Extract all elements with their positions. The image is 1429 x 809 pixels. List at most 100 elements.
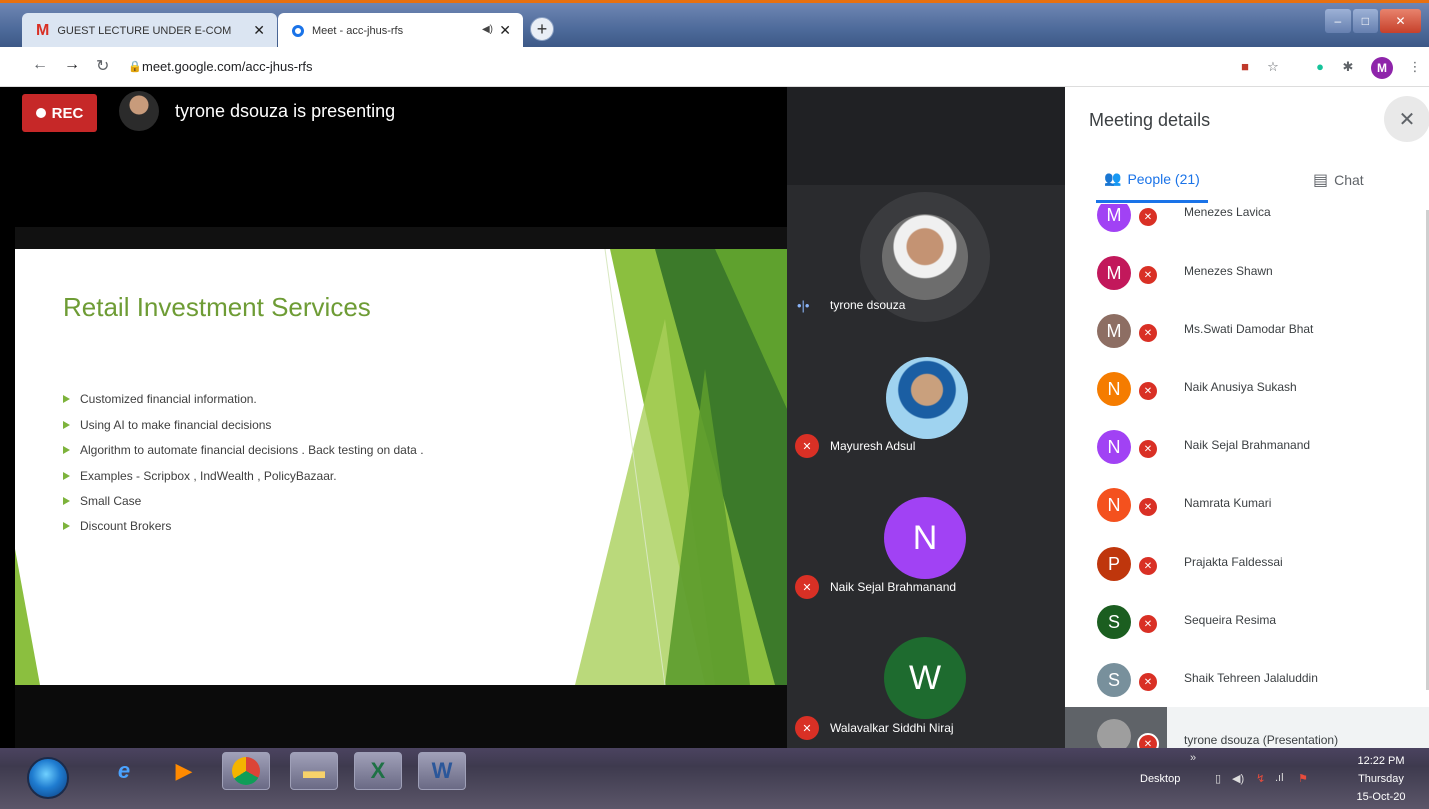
volume-icon[interactable]: ◀) [1232,772,1244,785]
people-icon: 👥 [1104,170,1122,186]
network-warning-icon[interactable]: ↯ [1256,772,1265,785]
participant-avatar-naik-sejal[interactable]: N [884,497,966,579]
tab-people[interactable]: 👥 People (21) [1104,170,1200,187]
participant-avatar: N [1097,488,1131,522]
file-explorer-icon[interactable]: ▬ [290,752,338,790]
bullet-arrow-icon [63,421,70,429]
slide-bullet: Customized financial information. [63,392,257,406]
browser-tab-meet[interactable]: Meet - acc-jhus-rfs ◀) ✕ [278,13,523,49]
list-item[interactable]: M ✕ Menezes Shawn [1065,248,1429,306]
list-item[interactable]: M ✕ Menezes Lavica [1065,204,1429,248]
participant-name: tyrone dsouza (Presentation) [1184,733,1339,747]
window-close-button[interactable]: ✕ [1380,9,1422,33]
list-item[interactable]: S ✕ Sequeira Resima [1065,597,1429,655]
tab-chat[interactable]: ▤ Chat [1313,170,1364,190]
mic-off-icon: ✕ [795,716,819,740]
list-item[interactable]: N ✕ Naik Anusiya Sukash [1065,364,1429,422]
action-center-flag-icon[interactable]: ⚑ [1298,772,1308,785]
bullet-arrow-icon [63,522,70,530]
mic-off-icon: ✕ [1137,555,1159,577]
desktop-toolbar-label[interactable]: Desktop [1140,773,1180,785]
clock-time: 12:22 PM [1357,755,1405,767]
word-icon[interactable]: W [418,752,466,790]
list-item[interactable]: S ✕ Shaik Tehreen Jalaluddin [1065,655,1429,713]
mic-off-icon: ✕ [1137,671,1159,693]
signal-icon[interactable]: .ıl [1275,772,1284,784]
bullet-arrow-icon [63,446,70,454]
mic-off-icon: ✕ [1137,206,1159,228]
lock-icon[interactable]: 🔒 [128,60,142,73]
close-tab-icon[interactable]: ✕ [499,22,511,39]
address-bar: ← → ↻ 🔒 meet.google.com/acc-jhus-rfs ■ ☆… [0,47,1429,87]
presenter-avatar [119,91,159,131]
internet-explorer-icon[interactable]: e [100,752,148,790]
toolbar-expand-icon[interactable]: » [1190,752,1196,764]
list-item[interactable]: N ✕ Namrata Kumari [1065,480,1429,538]
grammarly-icon[interactable]: ● [1312,59,1328,75]
start-button[interactable] [27,757,69,799]
chrome-logo-icon [232,757,260,785]
forward-icon[interactable]: → [64,56,80,74]
active-tab-indicator [1096,200,1208,203]
menu-kebab-icon[interactable]: ⋮ [1407,59,1423,75]
participant-avatar: N [1097,430,1131,464]
participant-tile-name: Mayuresh Adsul [830,439,916,453]
bookmark-star-icon[interactable]: ☆ [1265,59,1281,75]
slide-bullet: Using AI to make financial decisions [63,418,271,432]
battery-icon[interactable]: ▯ [1215,772,1221,785]
tab-strip: M GUEST LECTURE UNDER E-COM ✕ Meet - acc… [0,3,1429,49]
new-tab-button[interactable]: + [530,17,554,41]
browser-tab-gmail[interactable]: M GUEST LECTURE UNDER E-COM ✕ [22,13,277,49]
mic-off-icon: ✕ [1137,264,1159,286]
taskbar-clock[interactable]: 12:22 PM Thursday 15-Oct-20 [1350,752,1412,806]
list-item[interactable]: P ✕ Prajakta Faldessai [1065,539,1429,597]
close-panel-button[interactable]: ✕ [1384,96,1429,142]
profile-avatar[interactable]: M [1371,57,1393,79]
recording-label: REC [51,104,84,122]
participant-avatar-walavalkar[interactable]: W [884,637,966,719]
mic-off-icon: ✕ [1137,733,1159,748]
extensions-puzzle-icon[interactable]: ✱ [1340,59,1356,75]
mic-off-icon: ✕ [1137,322,1159,344]
chrome-icon[interactable] [222,752,270,790]
panel-title: Meeting details [1089,110,1211,130]
slide-bullet: Algorithm to automate financial decision… [63,443,424,457]
participant-avatar: N [1097,372,1131,406]
back-icon[interactable]: ← [32,56,48,74]
mic-off-icon: ✕ [1137,380,1159,402]
participant-name: Ms.Swati Damodar Bhat [1184,322,1314,336]
bullet-arrow-icon [63,497,70,505]
close-tab-icon[interactable]: ✕ [253,22,265,39]
clock-date: 15-Oct-20 [1356,791,1406,803]
slide-bullet: Discount Brokers [63,519,171,533]
mic-off-icon: ✕ [1137,496,1159,518]
participant-avatar: P [1097,547,1131,581]
extension-icon[interactable]: ■ [1237,59,1253,75]
participant-name: Shaik Tehreen Jalaluddin [1184,671,1318,685]
tab-label: Meet - acc-jhus-rfs [312,25,404,37]
bullet-arrow-icon [63,472,70,480]
excel-icon[interactable]: X [354,752,402,790]
people-tab-label: People (21) [1127,170,1200,187]
participant-name: Sequeira Resima [1184,613,1277,627]
audio-playing-icon[interactable]: ◀) [482,24,493,35]
recording-badge: REC [22,94,97,132]
participant-name: Prajakta Faldessai [1184,555,1283,569]
bullet-arrow-icon [63,395,70,403]
minimize-button[interactable]: – [1325,9,1351,33]
participant-avatar-mayuresh[interactable] [886,357,968,439]
participant-avatar-tyrone[interactable] [882,214,968,300]
gmail-icon: M [36,22,50,39]
list-item[interactable]: ✕ tyrone dsouza (Presentation) [1065,707,1429,748]
participant-name: Menezes Lavica [1184,205,1271,219]
media-player-icon[interactable]: ▶ [160,752,208,790]
participant-avatar [1097,719,1131,748]
participant-avatar: S [1097,605,1131,639]
reload-icon[interactable]: ↻ [96,56,109,76]
maximize-button[interactable]: □ [1352,9,1379,33]
url-field[interactable]: meet.google.com/acc-jhus-rfs [142,59,313,74]
list-item[interactable]: M ✕ Ms.Swati Damodar Bhat [1065,306,1429,364]
mic-off-icon: ✕ [795,575,819,599]
meet-icon [292,25,304,37]
list-item[interactable]: N ✕ Naik Sejal Brahmanand [1065,422,1429,480]
